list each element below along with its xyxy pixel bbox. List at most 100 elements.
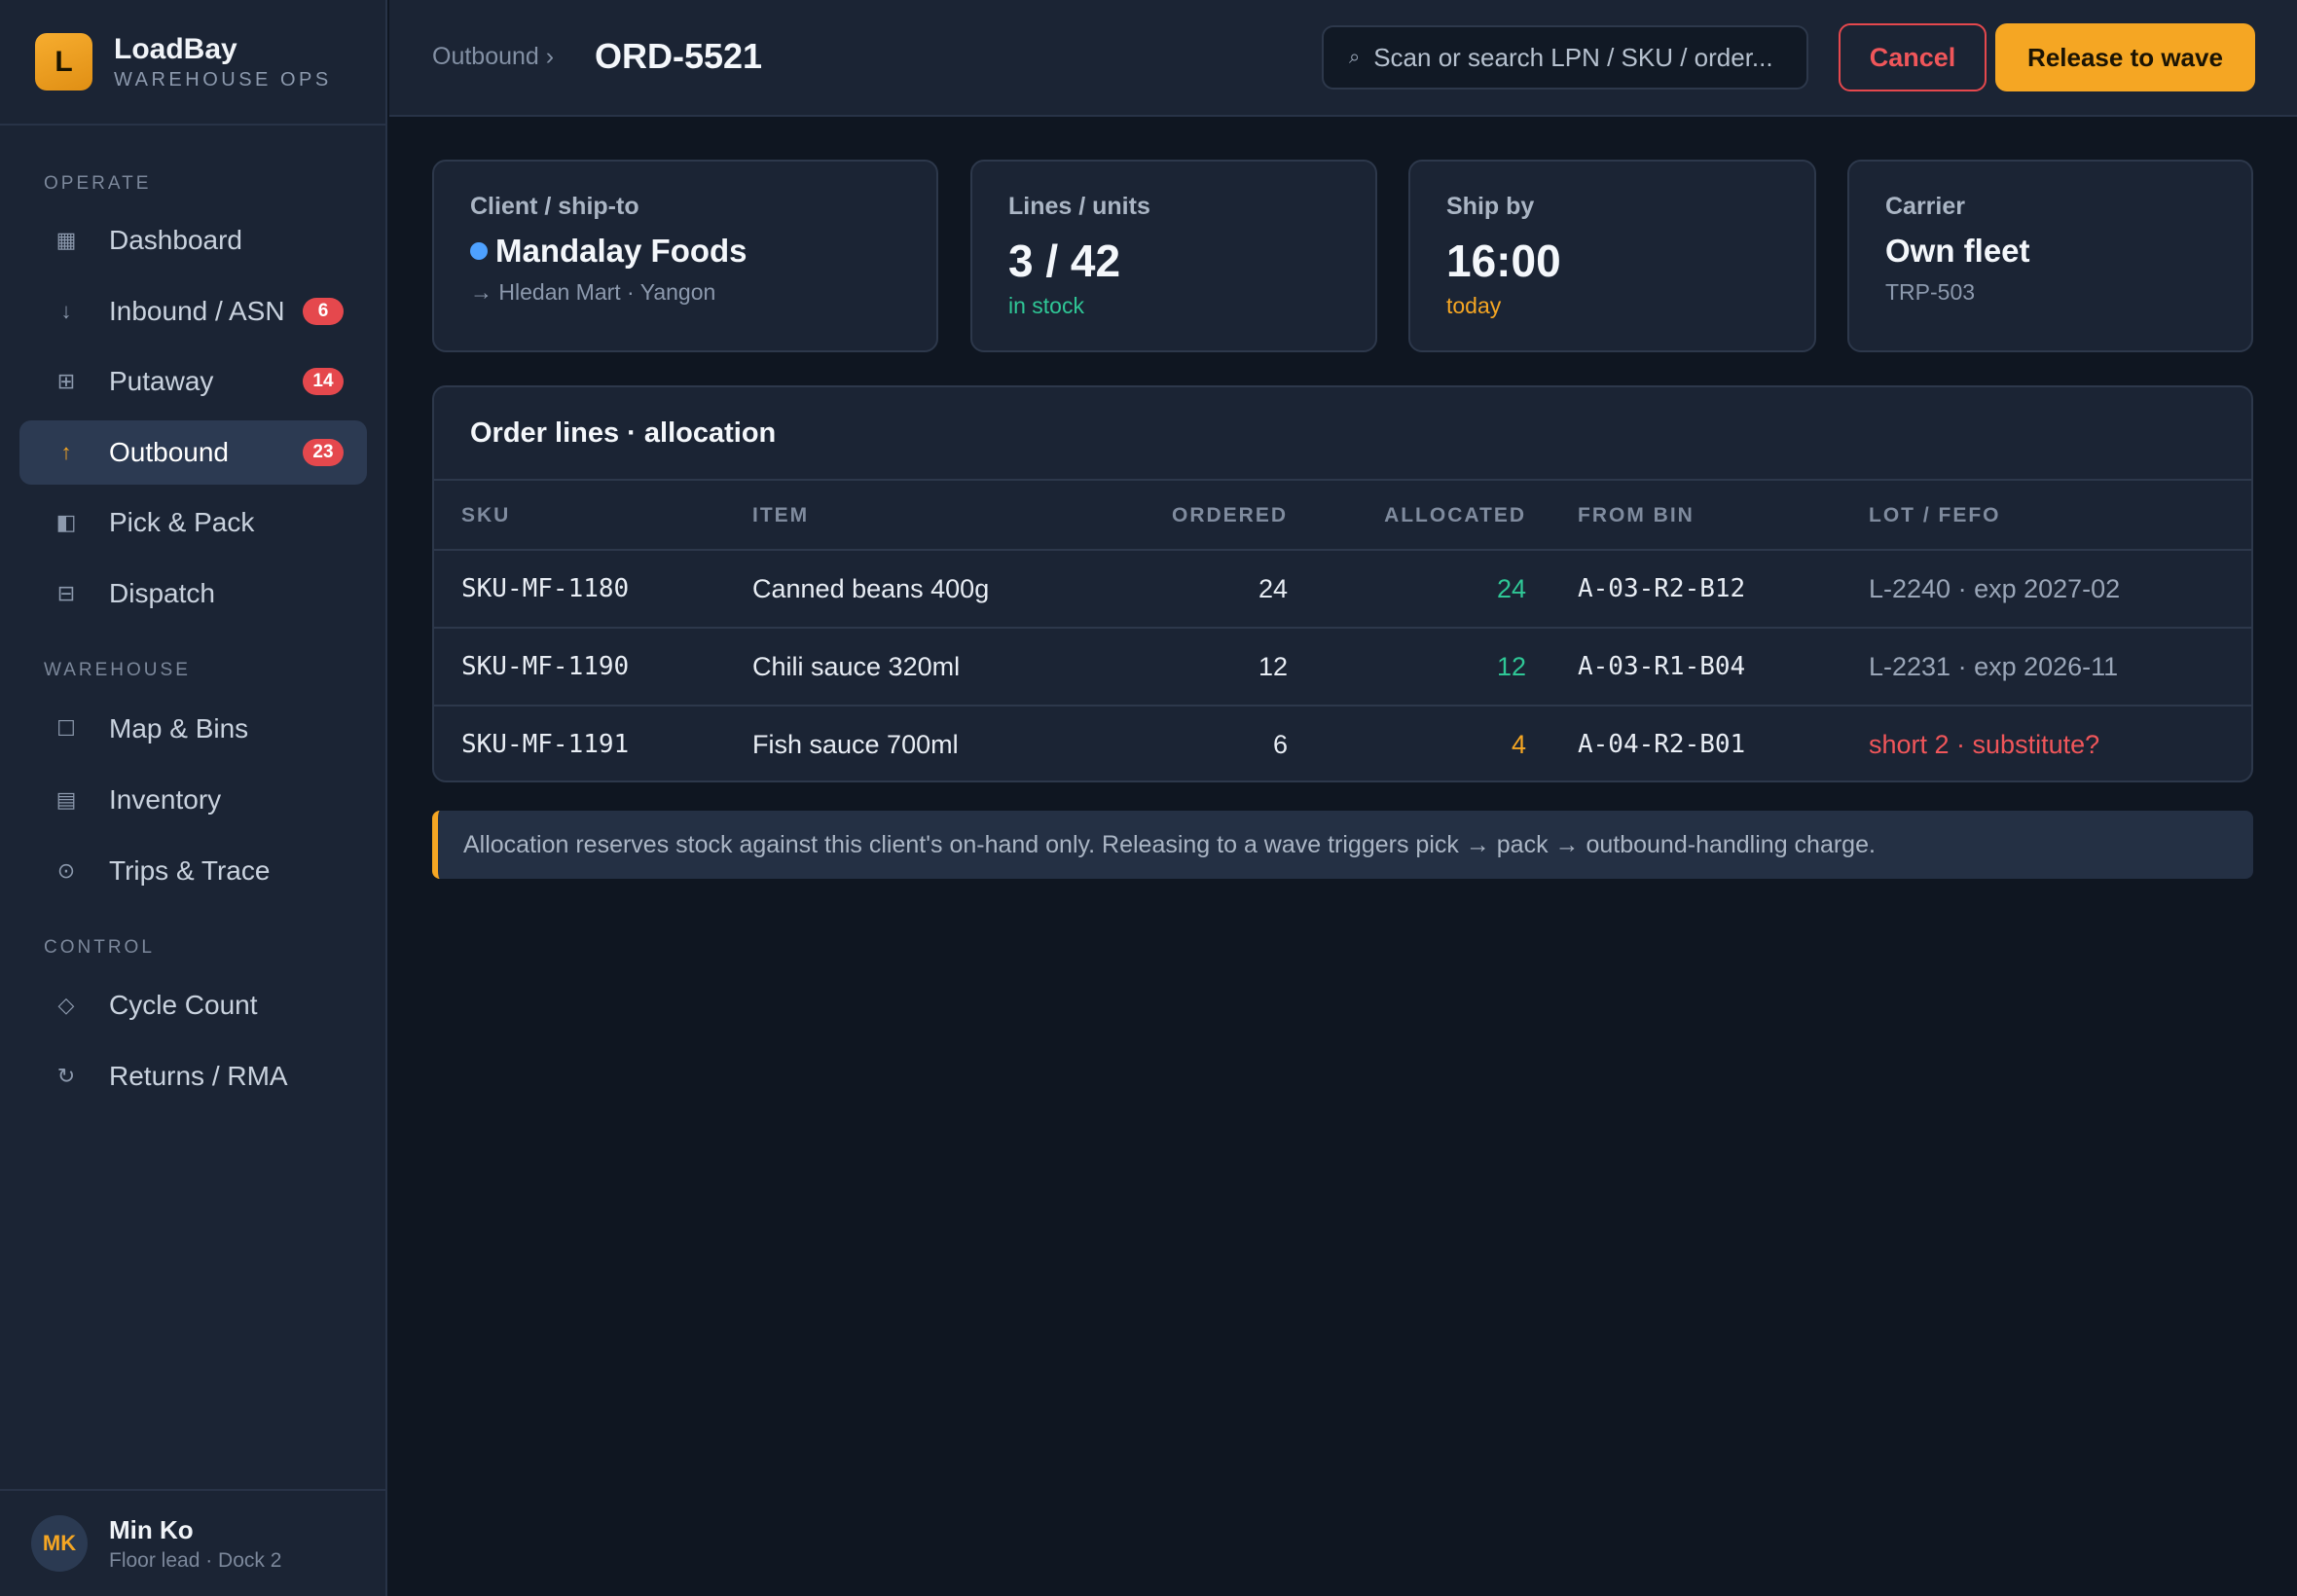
sidebar-item-label: Putaway xyxy=(109,366,214,396)
map-icon: ☐ xyxy=(56,716,76,741)
count-badge: 23 xyxy=(303,439,344,466)
sidebar-item-label: Returns / RMA xyxy=(109,1061,288,1091)
trace-icon: ⊙ xyxy=(56,858,76,883)
sidebar-item-label: Dispatch xyxy=(109,578,215,608)
inventory-icon: ▤ xyxy=(55,787,77,812)
column-header-lot[interactable]: LOT / FEFO xyxy=(1869,504,2001,527)
lines-card: Lines / units 3 / 42 in stock xyxy=(970,160,1377,352)
card-label: Ship by xyxy=(1446,193,1535,220)
sidebar-item-trips-trace[interactable]: ⊙ Trips & Trace xyxy=(19,839,367,903)
card-label: Lines / units xyxy=(1008,193,1150,220)
sku-cell: SKU-MF-1190 xyxy=(461,652,630,681)
brand-logo: L xyxy=(35,33,92,91)
lines-units-value: 3 / 42 xyxy=(1008,236,1121,286)
card-label: Carrier xyxy=(1885,193,1965,220)
item-cell: Canned beans 400g xyxy=(752,574,990,603)
sidebar-item-inbound[interactable]: ↓ Inbound / ASN 6 xyxy=(19,279,367,344)
ship-to: → Hledan Mart · Yangon xyxy=(470,279,716,305)
user-name: Min Ko xyxy=(109,1514,194,1544)
search-input[interactable] xyxy=(1373,42,1783,73)
nav-section-warehouse: WAREHOUSE xyxy=(44,660,191,680)
sidebar-item-cycle-count[interactable]: ◇ Cycle Count xyxy=(19,973,367,1037)
table-row[interactable]: SKU-MF-1180 Canned beans 400g 24 24 A-03… xyxy=(434,551,2251,629)
sidebar: L LoadBay WAREHOUSE OPS OPERATE ▦ Dashbo… xyxy=(0,0,387,1596)
bin-cell: A-04-R2-B01 xyxy=(1578,730,1746,759)
nav-section-control: CONTROL xyxy=(44,937,155,958)
return-icon: ↻ xyxy=(56,1064,76,1088)
stock-status: in stock xyxy=(1008,293,1084,318)
ship-time: 16:00 xyxy=(1446,236,1561,286)
table-row[interactable]: SKU-MF-1190 Chili sauce 320ml 12 12 A-03… xyxy=(434,629,2251,707)
sidebar-item-dispatch[interactable]: ⊟ Dispatch xyxy=(19,562,367,626)
search-box[interactable]: ⌕ xyxy=(1322,25,1808,90)
sidebar-item-map-bins[interactable]: ☐ Map & Bins xyxy=(19,697,367,761)
avatar: MK xyxy=(31,1515,88,1572)
column-header-from-bin[interactable]: FROM BIN xyxy=(1578,504,1695,527)
sidebar-item-pick-pack[interactable]: ◧ Pick & Pack xyxy=(19,490,367,555)
sidebar-item-label: Outbound xyxy=(109,437,229,467)
count-badge: 6 xyxy=(303,298,344,325)
panel-title: Order lines · allocation xyxy=(434,387,2251,481)
sidebar-item-outbound[interactable]: ↑ Outbound 23 xyxy=(19,420,367,485)
ship-day: today xyxy=(1446,293,1502,318)
sidebar-item-label: Trips & Trace xyxy=(109,855,271,886)
grid-icon: ⊞ xyxy=(56,369,76,393)
table-row[interactable]: SKU-MF-1191 Fish sauce 700ml 6 4 A-04-R2… xyxy=(434,707,2251,780)
order-lines-panel: Order lines · allocation SKU ITEM ORDERE… xyxy=(432,385,2253,782)
sidebar-item-label: Map & Bins xyxy=(109,713,249,744)
sidebar-item-label: Inventory xyxy=(109,784,222,815)
arrow-up-icon: ↑ xyxy=(60,440,72,464)
brand-subtitle: WAREHOUSE OPS xyxy=(114,68,332,91)
page-title: ORD-5521 xyxy=(595,36,763,76)
client-dot-icon xyxy=(470,242,488,260)
carrier-card: Carrier Own fleet TRP-503 xyxy=(1847,160,2253,352)
dashboard-icon: ▦ xyxy=(55,228,77,252)
ship-by-card: Ship by 16:00 today xyxy=(1408,160,1816,352)
release-to-wave-button[interactable]: Release to wave xyxy=(1995,23,2255,91)
sidebar-item-returns[interactable]: ↻ Returns / RMA xyxy=(19,1044,367,1108)
column-header-ordered[interactable]: ORDERED xyxy=(1172,504,1288,527)
brand-name: LoadBay xyxy=(114,32,237,65)
sku-cell: SKU-MF-1180 xyxy=(461,574,630,603)
sidebar-item-label: Cycle Count xyxy=(109,990,258,1020)
shortage-link[interactable]: short 2 · substitute? xyxy=(1869,730,2099,760)
allocated-cell: 4 xyxy=(1511,730,1526,759)
bin-cell: A-03-R2-B12 xyxy=(1578,574,1746,603)
card-value-row: Mandalay Foods xyxy=(470,233,936,270)
allocated-cell: 12 xyxy=(1496,652,1526,681)
sku-cell: SKU-MF-1191 xyxy=(461,730,630,759)
cancel-button[interactable]: Cancel xyxy=(1839,23,1987,91)
user-role: Floor lead · Dock 2 xyxy=(109,1548,282,1572)
column-header-item[interactable]: ITEM xyxy=(752,504,809,527)
item-cell: Chili sauce 320ml xyxy=(752,652,961,681)
lot-cell: L-2240 · exp 2027-02 xyxy=(1869,574,2121,603)
arrow-down-icon: ↓ xyxy=(60,299,72,323)
sidebar-item-inventory[interactable]: ▤ Inventory xyxy=(19,768,367,832)
sidebar-item-label: Inbound / ASN xyxy=(109,296,285,326)
user-profile[interactable]: MK Min Ko Floor lead · Dock 2 xyxy=(0,1489,385,1596)
allocation-info-note: Allocation reserves stock against this c… xyxy=(432,811,2253,879)
ordered-cell: 24 xyxy=(1258,574,1288,603)
trip-id: TRP-503 xyxy=(1885,279,1976,305)
diamond-icon: ◇ xyxy=(57,993,75,1017)
ordered-cell: 12 xyxy=(1258,652,1288,681)
nav-section-operate: OPERATE xyxy=(44,173,152,194)
box-icon: ◧ xyxy=(55,510,77,534)
column-header-sku[interactable]: SKU xyxy=(461,504,510,527)
breadcrumb[interactable]: Outbound › xyxy=(432,43,554,71)
sidebar-item-putaway[interactable]: ⊞ Putaway 14 xyxy=(19,349,367,414)
brand[interactable]: L LoadBay WAREHOUSE OPS xyxy=(0,0,385,126)
count-badge: 14 xyxy=(303,368,344,395)
sidebar-item-dashboard[interactable]: ▦ Dashboard xyxy=(19,208,367,272)
table-header: SKU ITEM ORDERED ALLOCATED FROM BIN LOT … xyxy=(434,481,2251,551)
topbar: Outbound › ORD-5521 ⌕ Cancel Release to … xyxy=(389,0,2297,117)
ordered-cell: 6 xyxy=(1272,730,1288,759)
lot-cell: L-2231 · exp 2026-11 xyxy=(1869,652,2119,681)
column-header-allocated[interactable]: ALLOCATED xyxy=(1384,504,1526,527)
carrier-name: Own fleet xyxy=(1885,233,2030,269)
sidebar-item-label: Dashboard xyxy=(109,225,242,255)
sidebar-item-label: Pick & Pack xyxy=(109,507,255,537)
allocated-cell: 24 xyxy=(1496,574,1526,603)
truck-icon: ⊟ xyxy=(56,581,76,605)
client-name: Mandalay Foods xyxy=(495,233,747,269)
